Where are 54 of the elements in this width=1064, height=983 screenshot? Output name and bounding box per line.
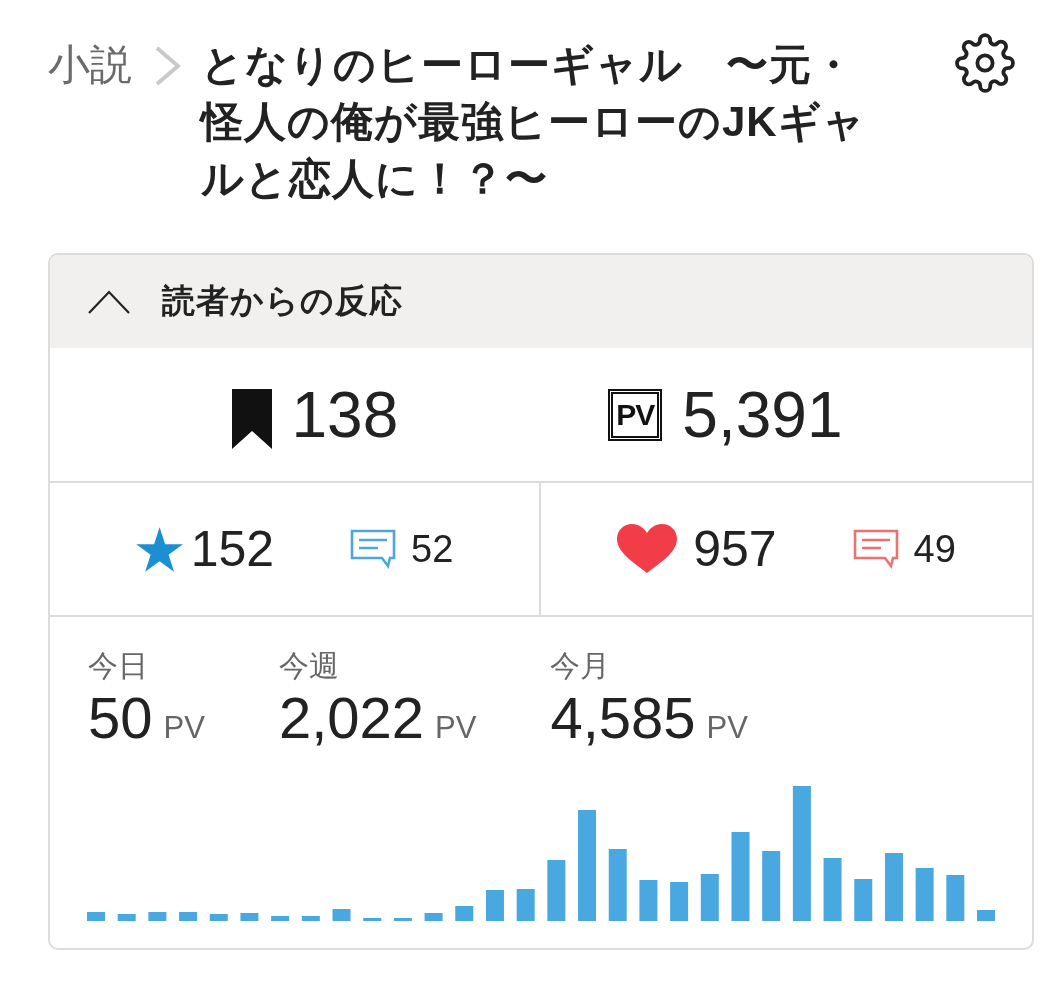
chart-bar xyxy=(393,918,412,921)
unit-label: PV xyxy=(435,709,477,747)
chart-bar xyxy=(854,879,873,921)
period-label: 今月 xyxy=(550,648,612,684)
chart-bar xyxy=(823,858,842,921)
period-label: 今日 xyxy=(88,648,149,684)
chart-bar xyxy=(424,913,443,921)
chart-bar xyxy=(884,853,903,921)
chart-bar xyxy=(700,874,719,921)
comment-icon xyxy=(852,529,899,569)
chart-bar xyxy=(547,860,566,921)
chart-bar xyxy=(670,882,689,921)
bookmark-icon xyxy=(231,388,272,449)
chevron-right-icon xyxy=(154,46,181,86)
page-view-label: PV xyxy=(608,388,663,441)
unit-label: PV xyxy=(706,709,748,747)
chart-bar xyxy=(301,916,320,921)
unit-label: PV xyxy=(163,709,205,747)
chart-bar xyxy=(455,906,474,921)
comment-icon xyxy=(350,529,397,569)
chart-bar xyxy=(485,890,504,921)
chart-bar xyxy=(87,912,105,921)
comment-count: 49 xyxy=(913,530,956,568)
chart-bar xyxy=(240,913,259,921)
chart-bar xyxy=(148,912,167,921)
chart-bar xyxy=(271,916,290,921)
heart-count: 957 xyxy=(693,524,777,574)
chart-bar xyxy=(762,851,781,921)
settings-icon[interactable] xyxy=(955,33,1015,93)
novel-title: となりのヒーローギャル 〜元・怪人の俺が最強ヒーローのJKギャルと恋人に！？〜 xyxy=(201,40,867,204)
bookmark-count: 138 xyxy=(291,382,399,447)
heart-icon xyxy=(617,524,678,574)
chart-bar xyxy=(117,914,136,921)
chart-bar xyxy=(915,868,934,921)
breadcrumb-link[interactable]: 小説 xyxy=(48,36,132,93)
page-view-count: 2,022 xyxy=(278,685,425,751)
chart-bar xyxy=(209,914,228,921)
chart-bar xyxy=(639,880,658,921)
chevron-up-icon xyxy=(88,289,130,314)
page-view-total: 5,391 xyxy=(682,382,843,447)
star-count: 152 xyxy=(190,524,275,574)
chart-bar xyxy=(516,889,535,921)
period-label: 今週 xyxy=(278,648,340,684)
chart-bar xyxy=(363,918,382,921)
chart-bar xyxy=(179,912,198,921)
comment-count: 52 xyxy=(411,530,454,568)
section-toggle[interactable]: 読者からの反応 xyxy=(50,255,1032,348)
chart-bar xyxy=(332,909,351,921)
chart-bar xyxy=(977,910,995,921)
chart-bar xyxy=(946,875,965,921)
star-icon xyxy=(135,526,183,572)
page-view-count: 50 xyxy=(88,685,153,751)
chart-bar xyxy=(608,849,627,921)
page-view-count: 4,585 xyxy=(550,685,696,751)
